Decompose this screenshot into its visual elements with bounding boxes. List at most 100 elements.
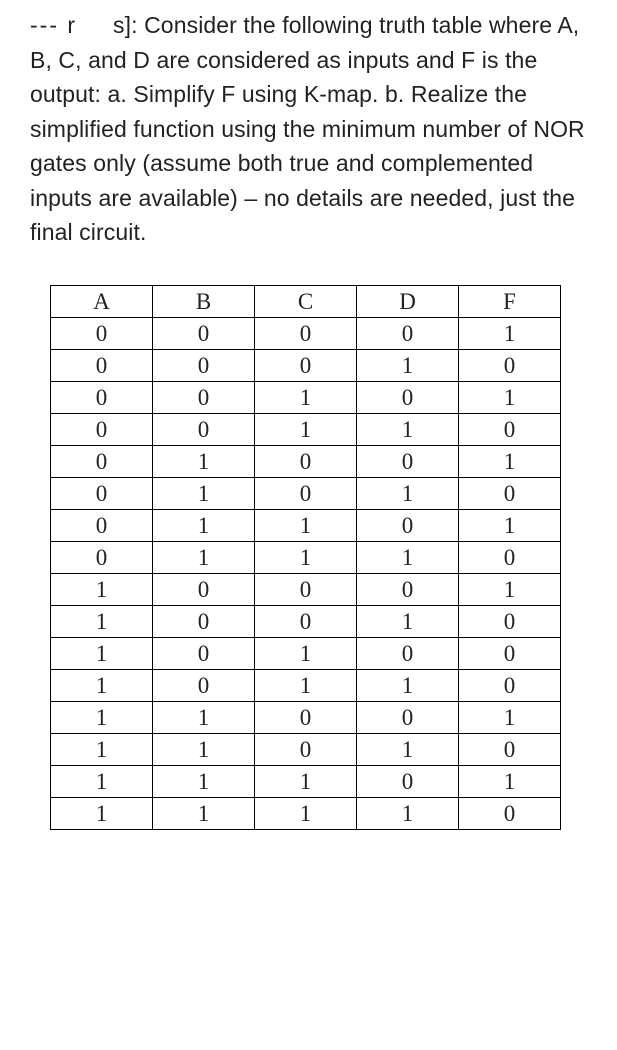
table-row: 11101 <box>51 765 561 797</box>
table-cell: 0 <box>51 413 153 445</box>
table-cell: 1 <box>459 317 561 349</box>
table-header-cell: D <box>357 285 459 317</box>
table-row: 11001 <box>51 701 561 733</box>
table-cell: 0 <box>255 573 357 605</box>
table-cell: 1 <box>255 509 357 541</box>
table-cell: 1 <box>51 605 153 637</box>
table-cell: 0 <box>357 701 459 733</box>
table-cell: 0 <box>51 509 153 541</box>
problem-body: s]: Consider the following truth table w… <box>30 12 585 245</box>
table-cell: 0 <box>459 637 561 669</box>
table-cell: 1 <box>255 637 357 669</box>
table-row: 11010 <box>51 733 561 765</box>
table-row: 11110 <box>51 797 561 829</box>
table-cell: 0 <box>255 477 357 509</box>
table-body: 0000100010001010011001001010100110101110… <box>51 317 561 829</box>
table-cell: 1 <box>153 477 255 509</box>
table-header-cell: F <box>459 285 561 317</box>
table-cell: 1 <box>51 573 153 605</box>
table-cell: 0 <box>459 349 561 381</box>
table-cell: 0 <box>255 349 357 381</box>
table-cell: 0 <box>357 509 459 541</box>
table-cell: 0 <box>51 445 153 477</box>
table-cell: 0 <box>459 605 561 637</box>
table-cell: 1 <box>357 477 459 509</box>
table-cell: 0 <box>51 541 153 573</box>
table-cell: 1 <box>153 541 255 573</box>
table-cell: 1 <box>255 541 357 573</box>
table-cell: 0 <box>357 573 459 605</box>
table-cell: 0 <box>459 541 561 573</box>
table-cell: 1 <box>153 445 255 477</box>
table-cell: 0 <box>357 317 459 349</box>
table-cell: 0 <box>255 445 357 477</box>
table-cell: 0 <box>459 477 561 509</box>
table-cell: 0 <box>357 381 459 413</box>
table-cell: 0 <box>255 733 357 765</box>
problem-statement: --- rs]: Consider the following truth ta… <box>30 8 587 250</box>
table-row: 01110 <box>51 541 561 573</box>
truth-table: ABCDF 0000100010001010011001001010100110… <box>50 285 561 830</box>
table-cell: 0 <box>153 349 255 381</box>
table-cell: 1 <box>153 733 255 765</box>
table-cell: 1 <box>255 413 357 445</box>
table-cell: 1 <box>357 349 459 381</box>
table-cell: 1 <box>459 509 561 541</box>
table-cell: 1 <box>255 797 357 829</box>
table-cell: 0 <box>153 669 255 701</box>
table-cell: 1 <box>255 765 357 797</box>
table-row: 00010 <box>51 349 561 381</box>
table-cell: 1 <box>459 445 561 477</box>
table-cell: 1 <box>255 381 357 413</box>
table-cell: 0 <box>459 733 561 765</box>
table-cell: 1 <box>153 765 255 797</box>
table-cell: 1 <box>153 509 255 541</box>
table-cell: 1 <box>51 765 153 797</box>
table-cell: 1 <box>51 701 153 733</box>
table-header-cell: C <box>255 285 357 317</box>
table-cell: 0 <box>153 605 255 637</box>
table-cell: 1 <box>357 669 459 701</box>
table-cell: 0 <box>51 317 153 349</box>
table-cell: 0 <box>153 637 255 669</box>
table-row: 01010 <box>51 477 561 509</box>
table-cell: 0 <box>255 701 357 733</box>
table-row: 10010 <box>51 605 561 637</box>
table-cell: 1 <box>153 797 255 829</box>
table-cell: 1 <box>51 797 153 829</box>
table-row: 01001 <box>51 445 561 477</box>
table-row: 01101 <box>51 509 561 541</box>
table-cell: 0 <box>51 381 153 413</box>
table-cell: 1 <box>357 541 459 573</box>
table-cell: 1 <box>51 637 153 669</box>
table-row: 10100 <box>51 637 561 669</box>
table-cell: 1 <box>459 701 561 733</box>
table-header-cell: A <box>51 285 153 317</box>
table-row: 00110 <box>51 413 561 445</box>
table-cell: 0 <box>255 317 357 349</box>
table-header-cell: B <box>153 285 255 317</box>
table-cell: 0 <box>357 637 459 669</box>
table-cell: 1 <box>357 413 459 445</box>
table-cell: 1 <box>357 605 459 637</box>
table-cell: 1 <box>255 669 357 701</box>
table-cell: 1 <box>51 669 153 701</box>
table-cell: 0 <box>153 413 255 445</box>
table-cell: 1 <box>357 733 459 765</box>
table-cell: 0 <box>51 349 153 381</box>
table-cell: 0 <box>357 765 459 797</box>
table-cell: 1 <box>459 381 561 413</box>
table-cell: 1 <box>459 765 561 797</box>
table-row: 00101 <box>51 381 561 413</box>
table-cell: 0 <box>153 573 255 605</box>
table-cell: 1 <box>51 733 153 765</box>
table-cell: 0 <box>459 797 561 829</box>
table-row: 10110 <box>51 669 561 701</box>
problem-prefix: --- r <box>30 12 113 38</box>
table-cell: 0 <box>459 669 561 701</box>
table-cell: 0 <box>153 381 255 413</box>
table-cell: 0 <box>357 445 459 477</box>
table-cell: 1 <box>153 701 255 733</box>
table-row: 10001 <box>51 573 561 605</box>
table-cell: 1 <box>357 797 459 829</box>
